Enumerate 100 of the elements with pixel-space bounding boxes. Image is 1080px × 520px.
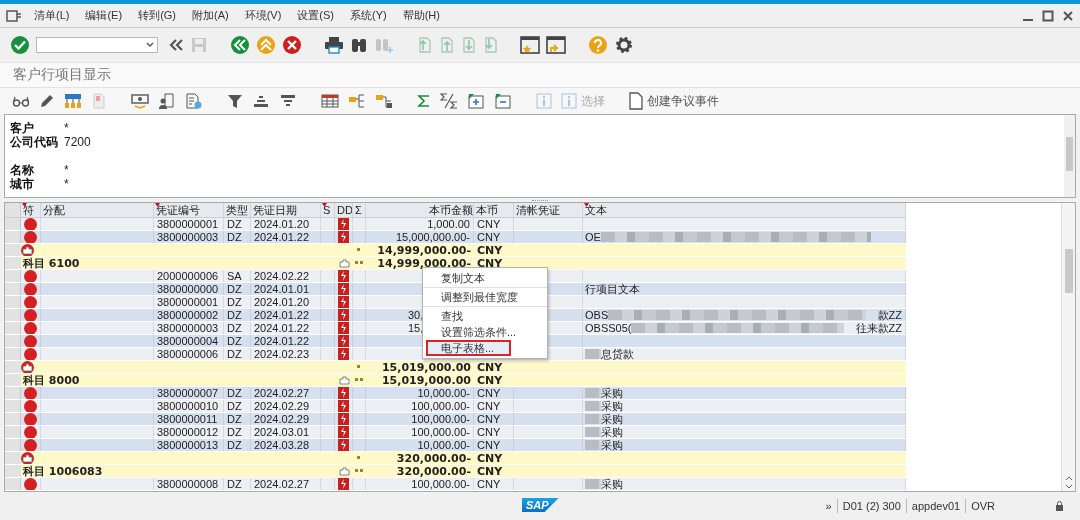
row-selector[interactable]: [5, 361, 21, 373]
row-selector[interactable]: [5, 270, 21, 282]
column-header[interactable]: 凭证日期: [253, 203, 297, 217]
menu-item[interactable]: 编辑(E): [85, 8, 123, 23]
table-cell: 3800000007: [157, 387, 219, 399]
scroll-up-icon[interactable]: [1064, 476, 1073, 481]
pencil-icon[interactable]: [39, 93, 55, 109]
row-selector[interactable]: [5, 309, 21, 321]
binoculars-plus-icon[interactable]: [374, 36, 394, 54]
row-selector[interactable]: [5, 257, 21, 269]
table-cell: CNY: [477, 231, 501, 243]
row-selector[interactable]: [5, 478, 21, 490]
table-icon[interactable]: [321, 93, 339, 109]
table-cell: 采购: [601, 426, 623, 438]
row-selector[interactable]: [5, 348, 21, 360]
row-selector[interactable]: [5, 452, 21, 464]
back-icon[interactable]: [230, 35, 250, 55]
menu-item[interactable]: 电子表格...: [426, 340, 511, 356]
level-dots-icon: [354, 378, 365, 382]
info-icon[interactable]: [536, 93, 552, 109]
settings-icon[interactable]: [614, 35, 634, 55]
first-page-icon[interactable]: [416, 36, 432, 54]
column-header[interactable]: Σ: [355, 204, 362, 216]
exit-icon[interactable]: [256, 35, 276, 55]
column-header[interactable]: 本币: [476, 203, 498, 217]
expand-icon[interactable]: [467, 93, 485, 109]
scrollbar-thumb[interactable]: [1064, 249, 1073, 293]
row-selector[interactable]: [5, 283, 21, 295]
collapse-icon[interactable]: [494, 93, 512, 109]
row-selector[interactable]: [5, 244, 21, 256]
column-header[interactable]: 凭证编号: [156, 203, 200, 217]
row-selector[interactable]: [5, 465, 21, 477]
scrollbar-thumb[interactable]: [1066, 137, 1073, 171]
hierarchy-icon[interactable]: [64, 93, 82, 109]
column-header[interactable]: DD: [337, 204, 352, 216]
save-icon[interactable]: [190, 36, 208, 54]
sort-descending-icon[interactable]: [279, 93, 297, 109]
subtotal-icon[interactable]: [440, 93, 458, 109]
filter-icon[interactable]: [227, 93, 243, 109]
row-selector[interactable]: [5, 400, 21, 412]
menu-item[interactable]: 调整到最佳宽度: [423, 289, 547, 305]
status-text[interactable]: »: [825, 500, 832, 512]
double-chevron-icon[interactable]: [168, 37, 184, 53]
help-icon[interactable]: [588, 35, 608, 55]
column-header[interactable]: 本币金额: [429, 203, 473, 217]
scrollbar[interactable]: [1061, 203, 1075, 491]
binoculars-icon[interactable]: [350, 36, 368, 54]
column-header[interactable]: 清帐凭证: [516, 203, 560, 217]
toolbar-button[interactable]: 创建争议事件: [629, 92, 719, 110]
scroll-down-icon[interactable]: [1064, 484, 1073, 489]
scrollbar[interactable]: [1064, 115, 1075, 197]
document-icon[interactable]: [91, 93, 107, 109]
tree-layout-icon[interactable]: [375, 93, 393, 109]
table-cell: CNY: [477, 218, 501, 230]
print-icon[interactable]: [324, 36, 344, 54]
row-selector[interactable]: [5, 335, 21, 347]
sum-icon[interactable]: [417, 93, 431, 109]
column-header[interactable]: 分配: [43, 203, 65, 217]
previous-page-icon[interactable]: [438, 36, 454, 54]
column-header[interactable]: 类型: [226, 203, 248, 217]
table-cell: 往来款ZZ: [855, 322, 902, 334]
person-document-icon[interactable]: [158, 93, 176, 109]
row-selector[interactable]: [5, 322, 21, 334]
document-globe-icon[interactable]: [185, 93, 203, 109]
close-icon[interactable]: [1062, 9, 1074, 22]
menu-item[interactable]: 转到(G): [138, 8, 176, 23]
menu-icon[interactable]: [6, 9, 22, 22]
menu-item[interactable]: 设置筛选条件...: [423, 324, 547, 340]
menu-item[interactable]: 帮助(H): [402, 8, 440, 23]
menu-item[interactable]: 复制文本: [423, 270, 547, 286]
menu-item[interactable]: 环境(V): [244, 8, 282, 23]
column-header[interactable]: S: [323, 204, 331, 216]
row-selector[interactable]: [5, 413, 21, 425]
row-selector[interactable]: [5, 439, 21, 451]
cancel-icon[interactable]: [282, 35, 302, 55]
column-header[interactable]: 文本: [585, 203, 607, 217]
status-light: [24, 387, 37, 399]
tree-expand-icon[interactable]: [348, 93, 366, 109]
row-selector[interactable]: [5, 231, 21, 243]
glasses-icon[interactable]: [12, 94, 30, 108]
field-value: *: [64, 121, 69, 135]
menu-item[interactable]: 设置(S): [297, 8, 335, 23]
menu-item[interactable]: 查找: [423, 308, 547, 324]
menu-item[interactable]: 附加(A): [192, 8, 229, 23]
row-selector[interactable]: [5, 296, 21, 308]
row-selector[interactable]: [5, 218, 21, 230]
row-selector[interactable]: [5, 374, 21, 386]
menu-item[interactable]: 清单(L): [34, 8, 70, 23]
next-page-icon[interactable]: [460, 36, 476, 54]
sort-ascending-icon[interactable]: [252, 93, 270, 109]
row-selector[interactable]: [5, 203, 21, 217]
level-dots-icon: [354, 261, 365, 265]
column-header[interactable]: 符: [23, 203, 34, 217]
row-selector[interactable]: [5, 426, 21, 438]
row-selector[interactable]: [5, 387, 21, 399]
enter-icon[interactable]: [10, 35, 30, 55]
maximize-icon[interactable]: [1042, 9, 1054, 22]
command-field[interactable]: [36, 37, 158, 53]
last-page-icon[interactable]: [482, 36, 498, 54]
menu-item[interactable]: 系统(Y): [350, 8, 387, 23]
